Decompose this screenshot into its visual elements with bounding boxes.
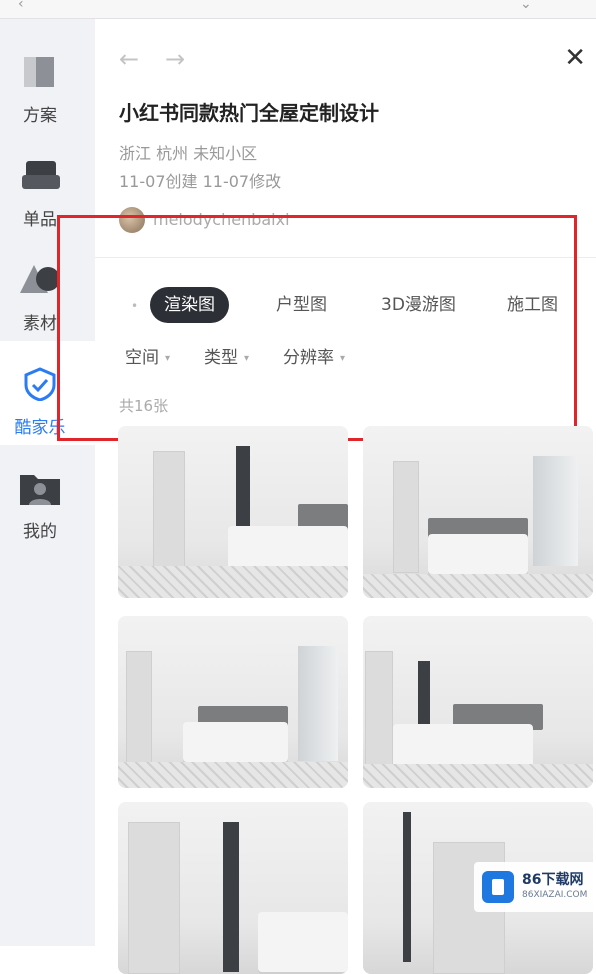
sidebar-item-mine[interactable]: 我的 — [0, 445, 95, 549]
sofa-icon — [20, 159, 60, 193]
project-dates: 11-07创建 11-07修改 — [119, 172, 282, 191]
watermark-logo: 86下载网 86XIAZAI.COM — [474, 862, 596, 912]
close-icon[interactable]: ✕ — [564, 43, 586, 73]
watermark-title: 86下载网 — [522, 872, 584, 888]
watermark-url: 86XIAZAI.COM — [522, 890, 588, 900]
top-toolbar: ‹ ⌄ — [0, 0, 596, 19]
render-thumbnail[interactable] — [118, 426, 348, 598]
back-chevron-icon[interactable]: ‹ — [18, 0, 24, 12]
project-location: 浙江 杭州 未知小区 — [119, 144, 258, 163]
sidebar-item-scheme[interactable]: 方案 — [0, 29, 95, 133]
render-thumbnail[interactable] — [118, 802, 348, 974]
download-site-logo-icon — [482, 871, 514, 903]
sidebar: 方案 单品 素材 酷家乐 我的 — [0, 19, 95, 946]
shapes-icon — [20, 263, 60, 297]
user-folder-icon — [20, 471, 60, 505]
back-arrow-icon[interactable]: ← — [119, 45, 139, 73]
render-thumbnail[interactable] — [118, 616, 348, 788]
sidebar-item-label: 方案 — [23, 106, 57, 126]
render-thumbnail[interactable] — [363, 616, 593, 788]
dropdown-chevron-icon[interactable]: ⌄ — [520, 0, 532, 12]
render-thumbnail[interactable] — [363, 426, 593, 598]
project-title: 小红书同款热门全屋定制设计 — [119, 101, 379, 125]
sidebar-item-label: 我的 — [23, 522, 57, 542]
scheme-icon — [20, 55, 60, 89]
highlight-box — [57, 215, 577, 441]
forward-arrow-icon[interactable]: → — [165, 45, 185, 73]
kujiale-shield-icon — [20, 367, 60, 402]
